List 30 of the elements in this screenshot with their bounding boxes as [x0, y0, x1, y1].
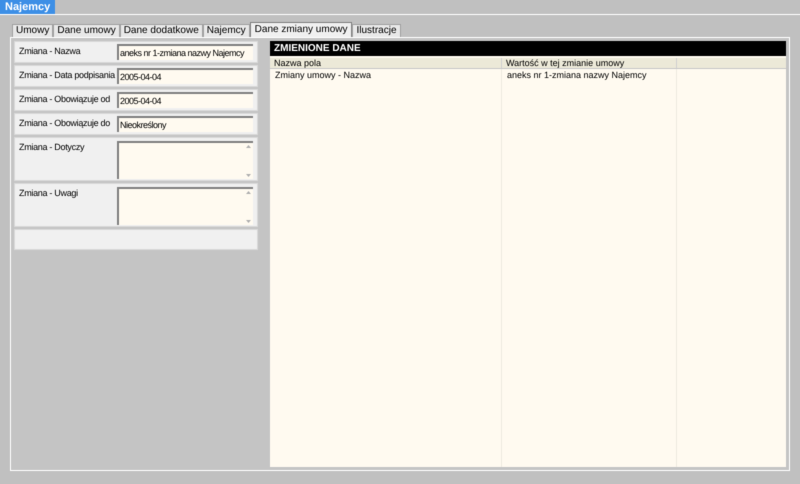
input-field[interactable]: aneks nr 1-zmiana nazwy Najemcy: [117, 44, 253, 60]
scroll-down-icon[interactable]: [246, 220, 250, 223]
scroll-down-icon[interactable]: [246, 174, 250, 177]
memo-field[interactable]: [117, 141, 253, 179]
table-cell: aneks nr 1-zmiana nazwy Najemcy: [502, 69, 677, 82]
scroll-up-icon[interactable]: [246, 145, 250, 148]
field-label: Zmiana - Obowiązuje od: [19, 93, 111, 106]
field-label: Zmiana - Uwagi: [19, 187, 79, 200]
scroll-up-icon[interactable]: [246, 191, 250, 194]
tab[interactable]: Dane umowy: [53, 24, 120, 37]
tab[interactable]: Ilustracje: [352, 24, 400, 37]
scrollbar[interactable]: [243, 143, 253, 179]
column-header[interactable]: Nazwa pola: [270, 58, 502, 68]
tab[interactable]: Dane zmiany umowy: [250, 22, 352, 37]
column-header[interactable]: Wartość w tej zmianie umowy: [502, 58, 677, 68]
scrollbar[interactable]: [243, 189, 253, 225]
panel-title: ZMIENIONE DANE: [270, 41, 786, 56]
tab[interactable]: Umowy: [12, 24, 54, 37]
tab[interactable]: Najemcy: [202, 24, 250, 37]
field-label: Zmiana - Obowiązuje do: [19, 117, 111, 130]
field-label: Zmiana - Dotyczy: [19, 141, 86, 154]
field-label: Zmiana - Nazwa: [19, 45, 82, 58]
memo-field[interactable]: [117, 187, 253, 225]
input-field[interactable]: 2005-04-04: [117, 68, 253, 84]
tab[interactable]: Dane dodatkowe: [120, 24, 203, 37]
table-cell: Zmiany umowy - Nazwa: [270, 69, 502, 82]
input-field[interactable]: 2005-04-04: [117, 92, 253, 108]
input-field[interactable]: Nieokreślony: [117, 116, 253, 132]
field-label: Zmiana - Data podpisania: [19, 69, 116, 82]
window-title: Najemcy: [0, 0, 56, 14]
